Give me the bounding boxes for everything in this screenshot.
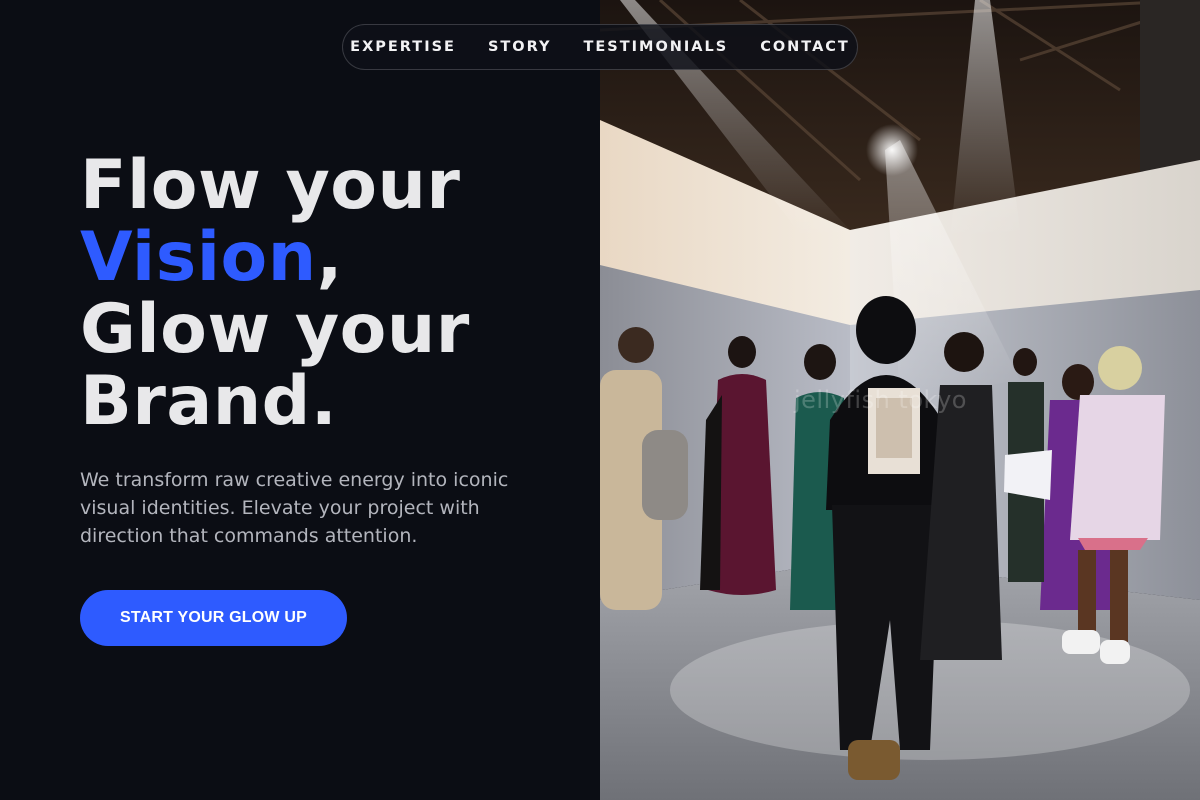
nav-link-testimonials[interactable]: TESTIMONIALS [583, 39, 728, 55]
photo-watermark: jellyfish tokyo [794, 386, 967, 414]
nav-link-contact[interactable]: CONTACT [760, 39, 850, 55]
hero-photo: jellyfish tokyo [600, 0, 1200, 800]
nav-link-expertise[interactable]: EXPERTISE [350, 39, 456, 55]
top-nav: EXPERTISE STORY TESTIMONIALS CONTACT [342, 24, 858, 70]
hero-subtext: We transform raw creative energy into ic… [80, 469, 509, 547]
headline-line-4: Brand. [80, 362, 338, 441]
headline-line-1: Flow your [80, 146, 461, 225]
headline-line-2: Vision, [80, 222, 580, 294]
headline-accent-word: Vision [80, 218, 317, 297]
headline-comma: , [316, 218, 343, 297]
landing-page: jellyfish tokyo EXPERTISE STORY TESTIMON… [0, 0, 1200, 800]
hero-section: Flow your Vision, Glow your Brand. [80, 150, 580, 438]
headline-line-3: Glow your [80, 290, 470, 369]
hero-headline: Flow your Vision, Glow your Brand. [80, 150, 580, 438]
nav-link-story[interactable]: STORY [488, 39, 552, 55]
start-glow-up-button[interactable]: START YOUR GLOW UP [80, 590, 347, 646]
